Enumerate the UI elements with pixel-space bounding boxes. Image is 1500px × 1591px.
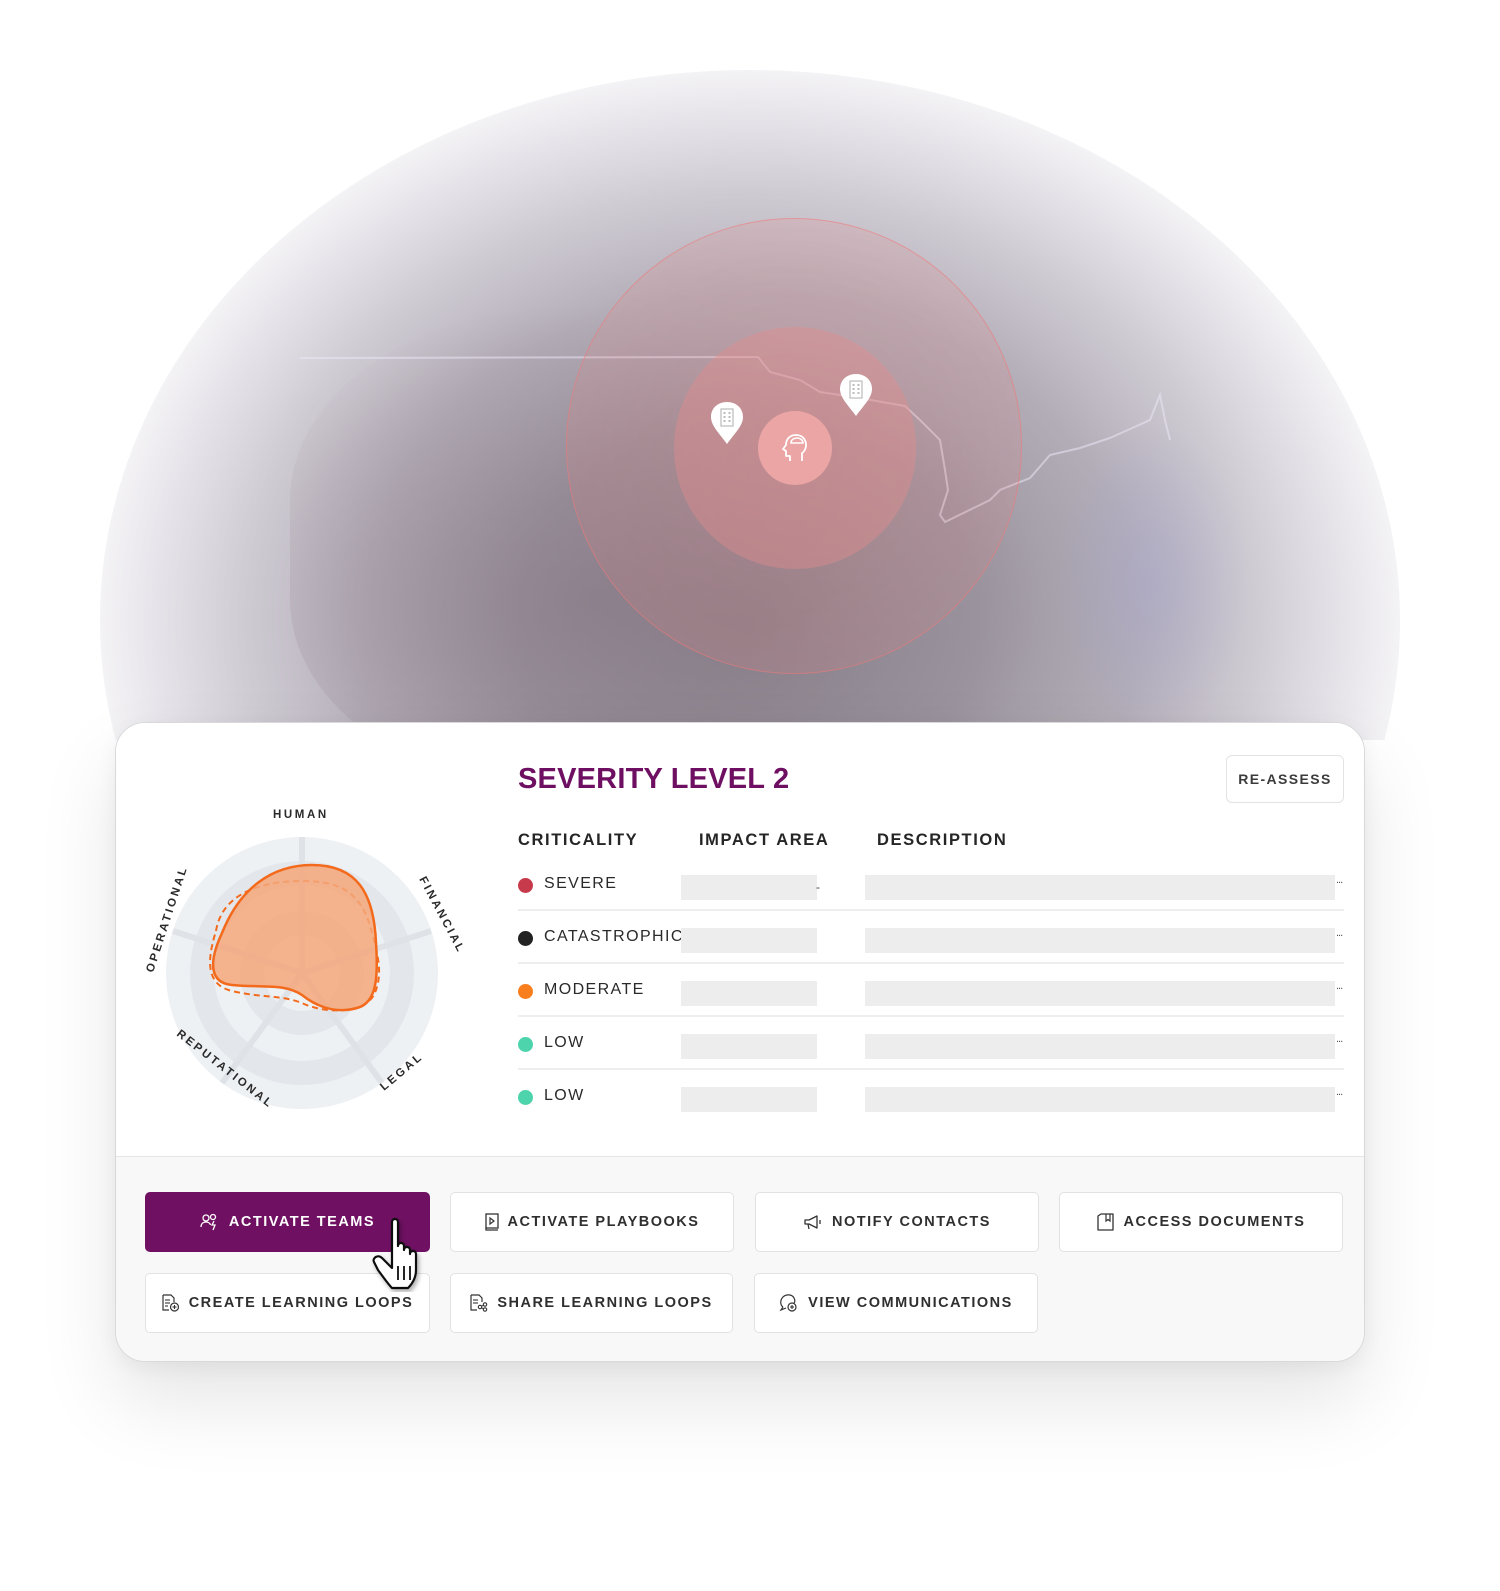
playbook-icon bbox=[484, 1213, 499, 1231]
criticality-label: MODERATE bbox=[544, 981, 645, 998]
criticality-table: SEVERE - ... CATASTROPHIC ... MODERATE .… bbox=[518, 858, 1344, 1123]
table-row[interactable]: CATASTROPHIC ... bbox=[518, 911, 1344, 964]
description-placeholder bbox=[865, 1034, 1335, 1059]
criticality-dot-low bbox=[518, 1037, 533, 1052]
description-placeholder bbox=[865, 928, 1335, 953]
incident-map[interactable] bbox=[0, 0, 1500, 740]
button-label: NOTIFY CONTACTS bbox=[832, 1214, 991, 1230]
description-placeholder bbox=[865, 1087, 1335, 1112]
impact-radar-chart: HUMAN FINANCIAL LEGAL REPUTATIONAL OPERA… bbox=[144, 809, 467, 1111]
severity-level-title: SEVERITY LEVEL 2 bbox=[518, 763, 790, 795]
more-icon[interactable]: ... bbox=[1336, 927, 1343, 939]
impact-dash: - bbox=[816, 880, 820, 894]
impact-area-placeholder bbox=[681, 981, 817, 1006]
column-header-impact-area: IMPACT AREA bbox=[699, 831, 830, 849]
chat-add-icon bbox=[779, 1294, 797, 1312]
document-add-icon bbox=[162, 1294, 179, 1312]
table-row[interactable]: LOW ... bbox=[518, 1017, 1344, 1070]
notify-contacts-button[interactable]: NOTIFY CONTACTS bbox=[755, 1192, 1039, 1252]
table-row[interactable]: SEVERE - ... bbox=[518, 858, 1344, 911]
location-pin[interactable] bbox=[710, 401, 744, 445]
building-icon bbox=[711, 402, 743, 444]
view-communications-button[interactable]: VIEW COMMUNICATIONS bbox=[754, 1273, 1038, 1333]
building-icon bbox=[840, 374, 872, 416]
activate-playbooks-button[interactable]: ACTIVATE PLAYBOOKS bbox=[450, 1192, 734, 1252]
criticality-label: CATASTROPHIC bbox=[544, 928, 684, 945]
impact-area-placeholder bbox=[681, 1087, 817, 1112]
reassess-button[interactable]: RE-ASSESS bbox=[1226, 755, 1344, 803]
button-label: ACTIVATE PLAYBOOKS bbox=[507, 1214, 700, 1230]
document-bookmark-icon bbox=[1096, 1213, 1114, 1231]
severity-card: HUMAN FINANCIAL LEGAL REPUTATIONAL OPERA… bbox=[115, 722, 1365, 1362]
table-row[interactable]: LOW ... bbox=[518, 1070, 1344, 1123]
more-icon[interactable]: ... bbox=[1336, 1086, 1343, 1098]
impact-area-placeholder bbox=[681, 875, 817, 900]
button-label: CREATE LEARNING LOOPS bbox=[188, 1295, 414, 1311]
button-label: ACTIVATE TEAMS bbox=[228, 1214, 376, 1230]
column-header-description: DESCRIPTION bbox=[877, 831, 1008, 849]
location-pin[interactable] bbox=[839, 373, 873, 417]
button-label: SHARE LEARNING LOOPS bbox=[497, 1295, 713, 1311]
impact-area-placeholder bbox=[681, 928, 817, 953]
severity-assessment-panel: HUMAN FINANCIAL LEGAL REPUTATIONAL OPERA… bbox=[116, 723, 1364, 1156]
criticality-dot-catastrophic bbox=[518, 931, 533, 946]
incident-marker[interactable] bbox=[758, 411, 832, 485]
impact-area-placeholder bbox=[681, 1034, 817, 1059]
more-icon[interactable]: ... bbox=[1336, 874, 1343, 886]
criticality-label: LOW bbox=[544, 1087, 585, 1104]
button-label: ACCESS DOCUMENTS bbox=[1123, 1214, 1306, 1230]
access-documents-button[interactable]: ACCESS DOCUMENTS bbox=[1059, 1192, 1343, 1252]
more-icon[interactable]: ... bbox=[1336, 1033, 1343, 1045]
megaphone-icon bbox=[804, 1215, 821, 1230]
share-learning-loops-button[interactable]: SHARE LEARNING LOOPS bbox=[450, 1273, 733, 1333]
column-header-criticality: CRITICALITY bbox=[518, 831, 639, 849]
criticality-dot-low bbox=[518, 1090, 533, 1105]
description-placeholder bbox=[865, 875, 1335, 900]
criticality-label: SEVERE bbox=[544, 875, 618, 892]
document-share-icon bbox=[470, 1294, 488, 1312]
team-activate-icon bbox=[200, 1213, 217, 1231]
button-label: VIEW COMMUNICATIONS bbox=[808, 1295, 1013, 1311]
radar-label-human: HUMAN bbox=[273, 809, 329, 821]
description-placeholder bbox=[865, 981, 1335, 1006]
criticality-label: LOW bbox=[544, 1034, 585, 1051]
table-row[interactable]: MODERATE ... bbox=[518, 964, 1344, 1017]
criticality-dot-severe bbox=[518, 878, 533, 893]
criticality-dot-moderate bbox=[518, 984, 533, 999]
hand-pointer-cursor bbox=[372, 1217, 418, 1290]
human-head-brain-icon bbox=[782, 434, 807, 461]
more-icon[interactable]: ... bbox=[1336, 980, 1343, 992]
